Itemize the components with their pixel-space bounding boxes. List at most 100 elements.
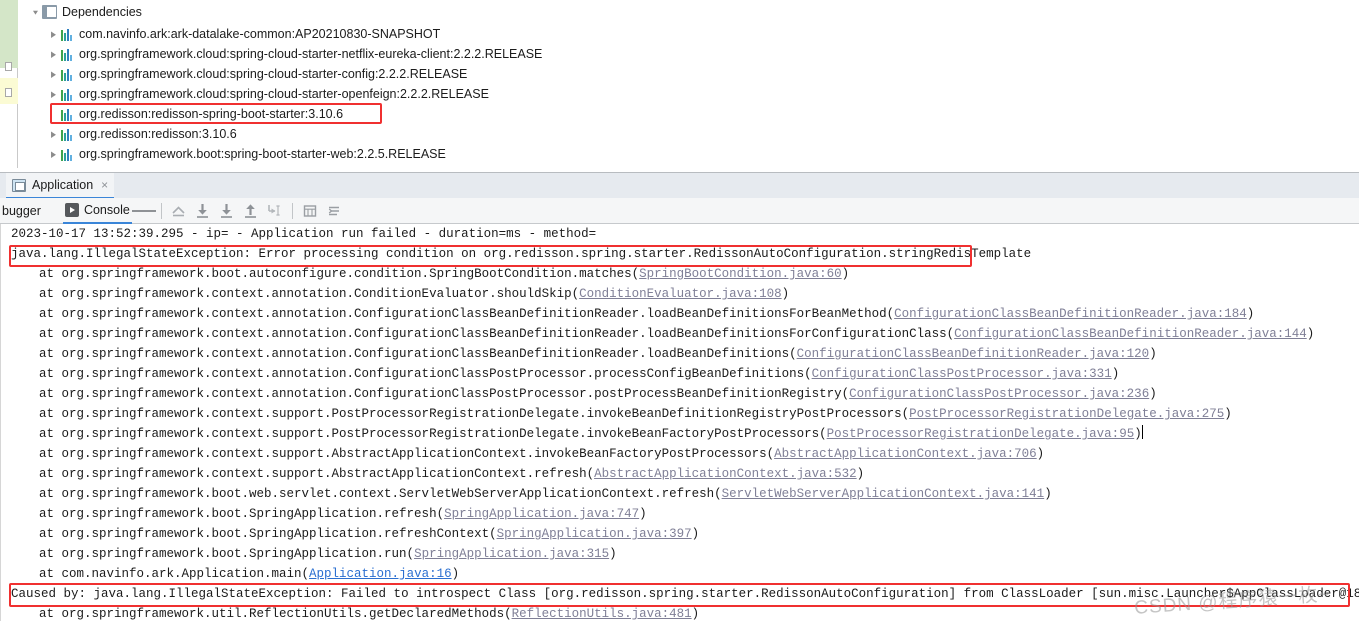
step-into-icon[interactable] (215, 198, 239, 224)
console-line-tail: ) (1134, 427, 1142, 441)
tab-console[interactable]: Console (62, 198, 132, 224)
console-line-text: java.lang.IllegalStateException: Error p… (11, 247, 1032, 261)
tree-item-2[interactable]: org.springframework.cloud:spring-cloud-s… (46, 64, 467, 84)
stacktrace-link[interactable]: Application.java:16 (309, 567, 452, 581)
console-line: at org.springframework.context.annotatio… (1, 364, 1359, 384)
console-play-icon (64, 202, 79, 217)
tree-item-label: org.springframework.cloud:spring-cloud-s… (79, 67, 468, 81)
stacktrace-link[interactable]: SpringApplication.java:747 (444, 507, 639, 521)
step-over-icon[interactable] (191, 198, 215, 224)
tree-item-label: org.springframework.cloud:spring-cloud-s… (79, 87, 489, 101)
console-line-tail: ) (1149, 347, 1157, 361)
step-out-icon[interactable] (167, 198, 191, 224)
gutter-marker[interactable] (5, 88, 12, 97)
console-line-tail: ) (609, 547, 617, 561)
console-line-tail: ) (841, 267, 850, 281)
console-line-tail: ) (781, 287, 790, 301)
console-line: Caused by: java.lang.IllegalStateExcepti… (1, 584, 1359, 604)
chevron-right-icon[interactable] (46, 44, 60, 64)
chevron-right-icon[interactable] (46, 124, 60, 144)
console-line-text: at com.navinfo.ark.Application.main( (39, 567, 310, 581)
console-line: at org.springframework.boot.SpringApplic… (1, 504, 1359, 524)
console-line-text: Caused by: java.lang.IllegalStateExcepti… (11, 587, 1359, 601)
tree-item-6[interactable]: org.springframework.boot:spring-boot-sta… (46, 144, 446, 164)
library-icon (61, 88, 74, 101)
console-line: at org.springframework.context.support.P… (1, 424, 1359, 444)
library-icon (61, 48, 74, 61)
chevron-right-icon[interactable] (46, 144, 60, 164)
stacktrace-link[interactable]: ConfigurationClassBeanDefinitionReader.j… (954, 327, 1307, 341)
close-icon[interactable]: × (101, 179, 108, 191)
console-line-tail: ) (1111, 367, 1120, 381)
stacktrace-link[interactable]: SpringApplication.java:315 (414, 547, 609, 561)
console-line-text: at org.springframework.context.support.A… (39, 467, 595, 481)
console-line-text: at org.springframework.context.support.A… (39, 447, 775, 461)
stacktrace-link[interactable]: PostProcessorRegistrationDelegate.java:9… (827, 427, 1135, 441)
tool-window-tabbar: Application × (0, 172, 1359, 199)
console-line-tail: ) (1306, 327, 1315, 341)
soft-wrap-icon[interactable] (322, 198, 346, 224)
console-line-text: at org.springframework.context.support.P… (39, 427, 827, 441)
stacktrace-link[interactable]: SpringBootCondition.java:60 (639, 267, 842, 281)
stacktrace-link[interactable]: PostProcessorRegistrationDelegate.java:2… (909, 407, 1224, 421)
console-line-text: at org.springframework.boot.web.servlet.… (39, 487, 722, 501)
tree-item-1[interactable]: org.springframework.cloud:spring-cloud-s… (46, 44, 542, 64)
console-line: at org.springframework.boot.SpringApplic… (1, 544, 1359, 564)
library-icon (61, 28, 74, 41)
console-line-tail: ) (639, 507, 647, 521)
stacktrace-link[interactable]: SpringApplication.java:397 (497, 527, 692, 541)
chevron-down-icon[interactable] (28, 2, 42, 22)
gutter-marker[interactable] (5, 62, 12, 71)
stacktrace-link[interactable]: ConditionEvaluator.java:108 (579, 287, 782, 301)
console-line: java.lang.IllegalStateException: Error p… (1, 244, 1359, 264)
console-line-text: at org.springframework.boot.SpringApplic… (39, 547, 415, 561)
chevron-right-icon[interactable] (46, 24, 60, 44)
debugger-tab-label[interactable]: bugger (0, 198, 41, 224)
console-line-tail: ) (1044, 487, 1052, 501)
stacktrace-link[interactable]: ConfigurationClassPostProcessor.java:331 (812, 367, 1112, 381)
console-toolbar: bugger Console (0, 198, 1359, 224)
tab-label: Application (32, 178, 94, 192)
stacktrace-link[interactable]: ReflectionUtils.java:481 (512, 607, 692, 621)
force-step-into-icon[interactable] (239, 198, 263, 224)
chevron-right-icon[interactable] (46, 84, 60, 104)
stacktrace-link[interactable]: ConfigurationClassPostProcessor.java:236 (849, 387, 1149, 401)
tree-item-label: org.springframework.boot:spring-boot-sta… (79, 147, 446, 161)
tree-item-3[interactable]: org.springframework.cloud:spring-cloud-s… (46, 84, 489, 104)
dependencies-icon (42, 5, 57, 19)
toolbar-separator (291, 202, 293, 219)
tree-item-label: org.springframework.cloud:spring-cloud-s… (79, 47, 543, 61)
tree-root-dependencies[interactable]: Dependencies (28, 2, 142, 22)
stacktrace-link[interactable]: ConfigurationClassBeanDefinitionReader.j… (894, 307, 1247, 321)
library-icon (61, 148, 74, 161)
chevron-right-icon[interactable] (46, 64, 60, 84)
tree-item-0[interactable]: com.navinfo.ark:ark-datalake-common:AP20… (46, 24, 440, 44)
library-icon (61, 108, 74, 121)
stacktrace-link[interactable]: ServletWebServerApplicationContext.java:… (722, 487, 1045, 501)
console-line: at org.springframework.context.support.A… (1, 464, 1359, 484)
menu-icon[interactable] (131, 198, 156, 224)
stacktrace-link[interactable]: ConfigurationClassBeanDefinitionReader.j… (797, 347, 1150, 361)
console-line: at org.springframework.context.annotatio… (1, 324, 1359, 344)
run-to-cursor-icon[interactable] (263, 198, 287, 224)
tree-item-redisson-spring-boot-starter[interactable]: org.redisson:redisson-spring-boot-starte… (46, 104, 343, 124)
console-line-tail: ) (1149, 387, 1157, 401)
console-line-text: at org.springframework.context.annotatio… (39, 367, 812, 381)
console-line-tail: ) (1224, 407, 1232, 421)
stacktrace-link[interactable]: AbstractApplicationContext.java:532 (594, 467, 857, 481)
console-line: at org.springframework.context.annotatio… (1, 304, 1359, 324)
tab-application[interactable]: Application × (6, 173, 115, 199)
tree-root-label: Dependencies (62, 5, 142, 19)
console-output[interactable]: 2023-10-17 13:52:39.295 - ip= - Applicat… (0, 224, 1359, 621)
console-line-list: 2023-10-17 13:52:39.295 - ip= - Applicat… (1, 224, 1359, 621)
console-line-tail: ) (691, 527, 700, 541)
stacktrace-link[interactable]: AbstractApplicationContext.java:706 (774, 447, 1037, 461)
evaluate-expression-icon[interactable] (298, 198, 322, 224)
console-line-text: at org.springframework.context.annotatio… (39, 307, 895, 321)
console-line: at org.springframework.context.support.A… (1, 444, 1359, 464)
chevron-placeholder-icon (46, 104, 60, 124)
console-line-text: at org.springframework.util.ReflectionUt… (39, 607, 512, 621)
console-line: at org.springframework.context.annotatio… (1, 344, 1359, 364)
tree-item-5[interactable]: org.redisson:redisson:3.10.6 (46, 124, 237, 144)
console-line-tail: ) (691, 607, 700, 621)
